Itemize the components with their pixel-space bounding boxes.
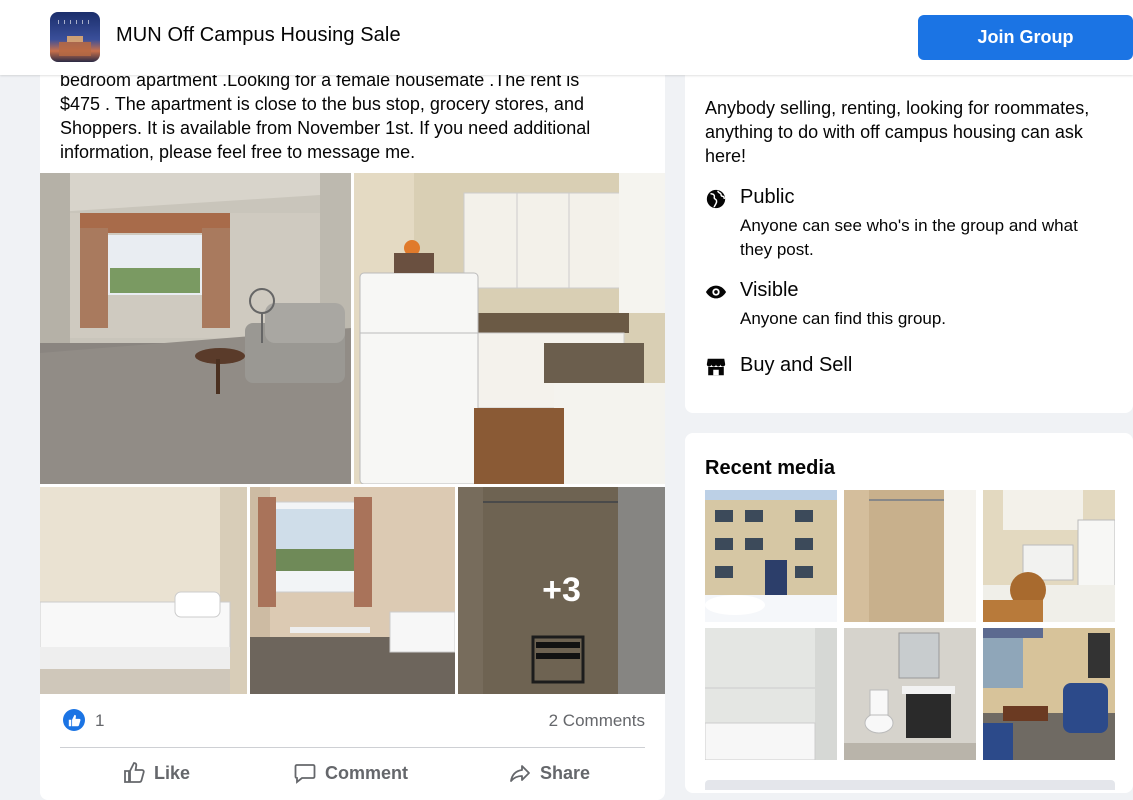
group-logo[interactable] — [50, 12, 100, 62]
privacy-description-line: Anyone can see who's in the group and wh… — [740, 216, 1078, 235]
visibility-description-line: Anyone can find this group. — [740, 309, 947, 328]
comment-icon — [294, 764, 316, 784]
bedroom-window-photo[interactable] — [250, 487, 455, 694]
like-button[interactable]: Like — [122, 760, 190, 786]
group-name[interactable]: MUN Off Campus Housing Sale — [116, 24, 401, 47]
description-line: Anybody selling, renting, looking for ro… — [705, 98, 1090, 118]
share-button[interactable]: Share — [508, 760, 590, 786]
post-text-line: information, please feel free to message… — [60, 142, 416, 162]
media-footer-strip — [705, 780, 1115, 790]
group-type-title: Buy and Sell — [740, 354, 853, 376]
media-thumb-bathtub[interactable] — [705, 628, 837, 760]
visibility-title: Visible — [740, 279, 799, 301]
recent-media-title: Recent media — [705, 457, 836, 479]
comment-button[interactable]: Comment — [293, 760, 408, 786]
post-text-line: Shoppers. It is available from November … — [60, 118, 591, 138]
media-thumb-bathroom[interactable] — [844, 628, 976, 760]
visibility-description: Anyone can find this group. — [740, 307, 946, 331]
media-thumb-living-room[interactable] — [983, 628, 1115, 760]
recent-media-card: Recent media — [685, 433, 1133, 793]
description-line: here! — [705, 146, 747, 166]
about-card: Anybody selling, renting, looking for ro… — [685, 40, 1133, 413]
privacy-description: Anyone can see who's in the group and wh… — [740, 214, 1078, 262]
group-description: Anybody selling, renting, looking for ro… — [705, 96, 1120, 168]
media-thumb-closet[interactable] — [844, 490, 976, 622]
media-thumb-kitchen[interactable] — [983, 490, 1115, 622]
privacy-description-line: they post. — [740, 240, 814, 259]
kitchen-photo[interactable] — [354, 173, 665, 484]
comments-count[interactable]: 2 Comments — [549, 711, 645, 731]
post-text: bedroom apartment .Looking for a female … — [60, 68, 645, 164]
living-room-photo[interactable] — [40, 173, 351, 484]
eye-icon — [705, 285, 727, 299]
globe-icon — [706, 189, 726, 209]
share-label: Share — [540, 762, 591, 783]
shop-icon — [706, 358, 726, 376]
comment-label: Comment — [325, 762, 409, 783]
join-group-button[interactable]: Join Group — [918, 15, 1133, 60]
actions-divider — [60, 747, 645, 748]
description-line: anything to do with off campus housing c… — [705, 122, 1083, 142]
post-text-line: $475 . The apartment is close to the bus… — [60, 94, 584, 114]
media-thumb-building[interactable] — [705, 490, 837, 622]
more-photos-count: +3 — [458, 487, 665, 694]
like-label: Like — [154, 762, 191, 783]
group-header: MUN Off Campus Housing Sale Join Group — [0, 0, 1133, 75]
reaction-count[interactable]: 1 — [95, 711, 104, 731]
thumbs-up-icon — [124, 762, 145, 783]
bedroom-photo[interactable] — [40, 487, 247, 694]
post-card: bedroom apartment .Looking for a female … — [40, 40, 665, 800]
share-icon — [510, 765, 530, 782]
more-photos-tile[interactable]: +3 — [458, 487, 665, 694]
like-reaction-icon[interactable] — [63, 709, 85, 731]
privacy-title: Public — [740, 186, 795, 208]
